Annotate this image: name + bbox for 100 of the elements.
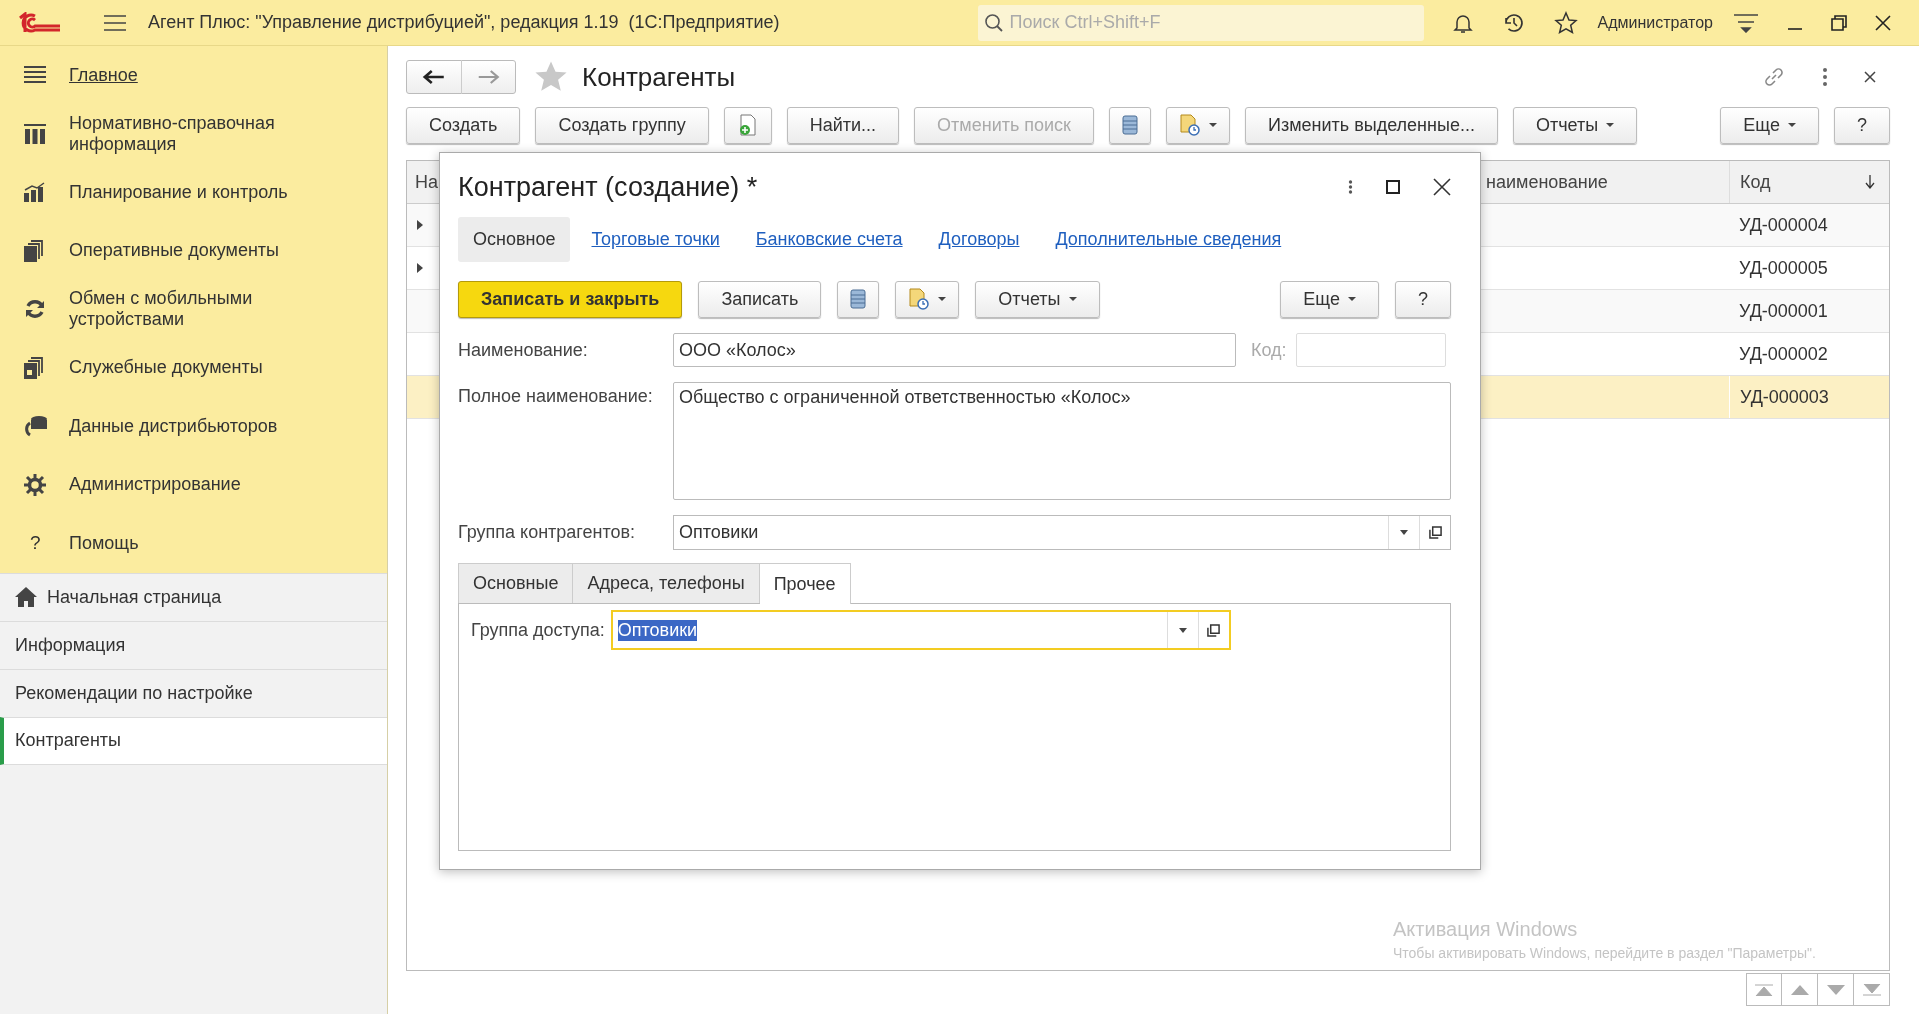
- dropdown-icon[interactable]: [1178, 627, 1187, 633]
- column-header[interactable]: Код: [1729, 161, 1889, 203]
- caret-icon: [938, 297, 947, 301]
- section-link[interactable]: Помощь: [69, 532, 309, 554]
- open-window-item[interactable]: Начальная страница: [0, 572, 387, 621]
- down-triangle-icon: [1826, 984, 1845, 995]
- dialog-tab[interactable]: Банковские счета: [740, 217, 918, 262]
- star-icon[interactable]: [534, 60, 568, 94]
- section-link[interactable]: Администрирование: [69, 474, 309, 496]
- link-icon[interactable]: [1762, 65, 1786, 89]
- star-icon[interactable]: [1553, 10, 1578, 35]
- toolbar-button[interactable]: Записать и закрыть: [458, 280, 683, 318]
- section-link[interactable]: Данные дистрибьюторов: [69, 415, 309, 437]
- expand-icon[interactable]: [417, 220, 423, 230]
- section-link[interactable]: Нормативно-справочная информация: [69, 112, 309, 155]
- sort-arrow-icon: [1865, 175, 1875, 189]
- open-window-item[interactable]: Рекомендации по настройке: [0, 668, 387, 717]
- documents-icon: [24, 356, 44, 379]
- up-triangle-icon: [1790, 984, 1809, 995]
- column-header[interactable]: наименование: [1478, 161, 1729, 203]
- table-cell-text: УД-000004: [1738, 213, 1829, 237]
- more-icon[interactable]: [1348, 179, 1353, 195]
- caret-icon: [1788, 123, 1796, 127]
- toolbar-button[interactable]: Отчеты: [975, 280, 1100, 318]
- section-link[interactable]: Оперативные документы: [69, 240, 309, 262]
- logo-icon: [18, 11, 62, 34]
- column-header[interactable]: На: [407, 161, 440, 203]
- toolbar-button[interactable]: Записать: [698, 280, 822, 318]
- caret-icon: [1209, 123, 1217, 127]
- list-icon: [850, 289, 867, 309]
- form-tab[interactable]: Прочее: [759, 563, 851, 604]
- form-title: Контрагенты: [582, 61, 736, 93]
- search-field[interactable]: Поиск Ctrl+Shift+F: [977, 4, 1424, 41]
- toolbar-button[interactable]: Еще: [1280, 280, 1379, 318]
- full-name-field[interactable]: Общество с ограниченной ответственностью «Колос»: [673, 382, 1451, 500]
- maximize-icon[interactable]: [1386, 180, 1400, 194]
- field-label: Наименование:: [458, 339, 589, 361]
- dropdown-icon[interactable]: [1400, 530, 1408, 535]
- dialog-title: Контрагент (создание) *: [458, 171, 758, 203]
- expand-icon[interactable]: [417, 263, 423, 273]
- gear-icon: [24, 473, 46, 496]
- section-link[interactable]: Главное: [69, 64, 309, 86]
- toolbar-button[interactable]: Отчеты: [1512, 106, 1638, 144]
- open-icon[interactable]: [1207, 623, 1221, 637]
- help-glyph: ?: [30, 532, 41, 555]
- caret-icon: [1606, 123, 1615, 127]
- attachment-button[interactable]: [1166, 106, 1230, 144]
- sync-icon: [24, 298, 46, 321]
- restore-icon[interactable]: [1831, 14, 1847, 31]
- user-name[interactable]: Администратор: [1597, 13, 1713, 32]
- add-document-button[interactable]: [723, 106, 772, 144]
- caret-icon: [1068, 297, 1077, 301]
- table-cell-text: УД-000001: [1738, 299, 1829, 323]
- list-icon: [1122, 115, 1138, 135]
- list-button[interactable]: [1109, 106, 1151, 144]
- access-group-field[interactable]: Оптовики: [610, 610, 1231, 650]
- close-icon[interactable]: [1864, 71, 1876, 83]
- list-button[interactable]: [837, 280, 880, 318]
- name-field[interactable]: ООО «Колос»: [673, 333, 1236, 367]
- document-clock-icon: [1179, 114, 1201, 136]
- section-link[interactable]: Планирование и контроль: [69, 181, 309, 203]
- documents-icon: [24, 239, 44, 262]
- toolbar-button[interactable]: Еще: [1720, 106, 1819, 144]
- section-link[interactable]: Служебные документы: [69, 357, 309, 379]
- form-tab[interactable]: Адреса, телефоны: [573, 563, 760, 603]
- dialog-tab[interactable]: Торговые точки: [576, 217, 735, 262]
- attachment-button[interactable]: [895, 280, 960, 318]
- last-page-icon: [1862, 983, 1881, 996]
- dialog-tab[interactable]: Договоры: [923, 217, 1035, 262]
- toolbar-button[interactable]: Найти...: [786, 106, 900, 144]
- columns-icon: [24, 123, 46, 144]
- section-link[interactable]: Обмен с мобильными устройствами: [69, 288, 309, 331]
- toolbar-button[interactable]: ?: [1834, 106, 1890, 144]
- more-icon[interactable]: [1822, 67, 1828, 87]
- close-icon[interactable]: [1433, 178, 1451, 196]
- activation-text: Чтобы активировать Windows, перейдите в раздел "Параметры".: [1393, 945, 1816, 961]
- code-field[interactable]: [1295, 333, 1446, 367]
- menu-icon: [24, 66, 46, 85]
- toolbar-button[interactable]: Создать: [406, 106, 521, 144]
- open-window-item[interactable]: Информация: [0, 620, 387, 669]
- group-field[interactable]: Оптовики: [673, 515, 1451, 550]
- menu-icon[interactable]: [104, 14, 126, 31]
- database-icon: [24, 415, 48, 438]
- dialog-tab[interactable]: Дополнительные сведения: [1040, 217, 1297, 262]
- funnel-icon[interactable]: [1733, 12, 1759, 33]
- bar-chart-icon: [24, 182, 46, 203]
- open-icon[interactable]: [1428, 526, 1442, 539]
- dialog-tab[interactable]: Основное: [458, 217, 571, 262]
- open-window-item[interactable]: Контрагенты: [0, 716, 387, 765]
- toolbar-button[interactable]: Изменить выделенные...: [1245, 106, 1498, 144]
- close-icon[interactable]: [1875, 14, 1891, 31]
- form-tab[interactable]: Основные: [458, 563, 574, 603]
- caret-icon: [1348, 297, 1356, 301]
- home-icon: [15, 587, 37, 607]
- activation-title: Активация Windows: [1393, 918, 1579, 941]
- search-icon: [983, 12, 1004, 33]
- toolbar-button[interactable]: ?: [1395, 280, 1451, 318]
- toolbar-button[interactable]: Создать группу: [535, 106, 709, 144]
- first-page-icon: [1755, 983, 1773, 996]
- selected-text: Оптовики: [617, 619, 698, 641]
